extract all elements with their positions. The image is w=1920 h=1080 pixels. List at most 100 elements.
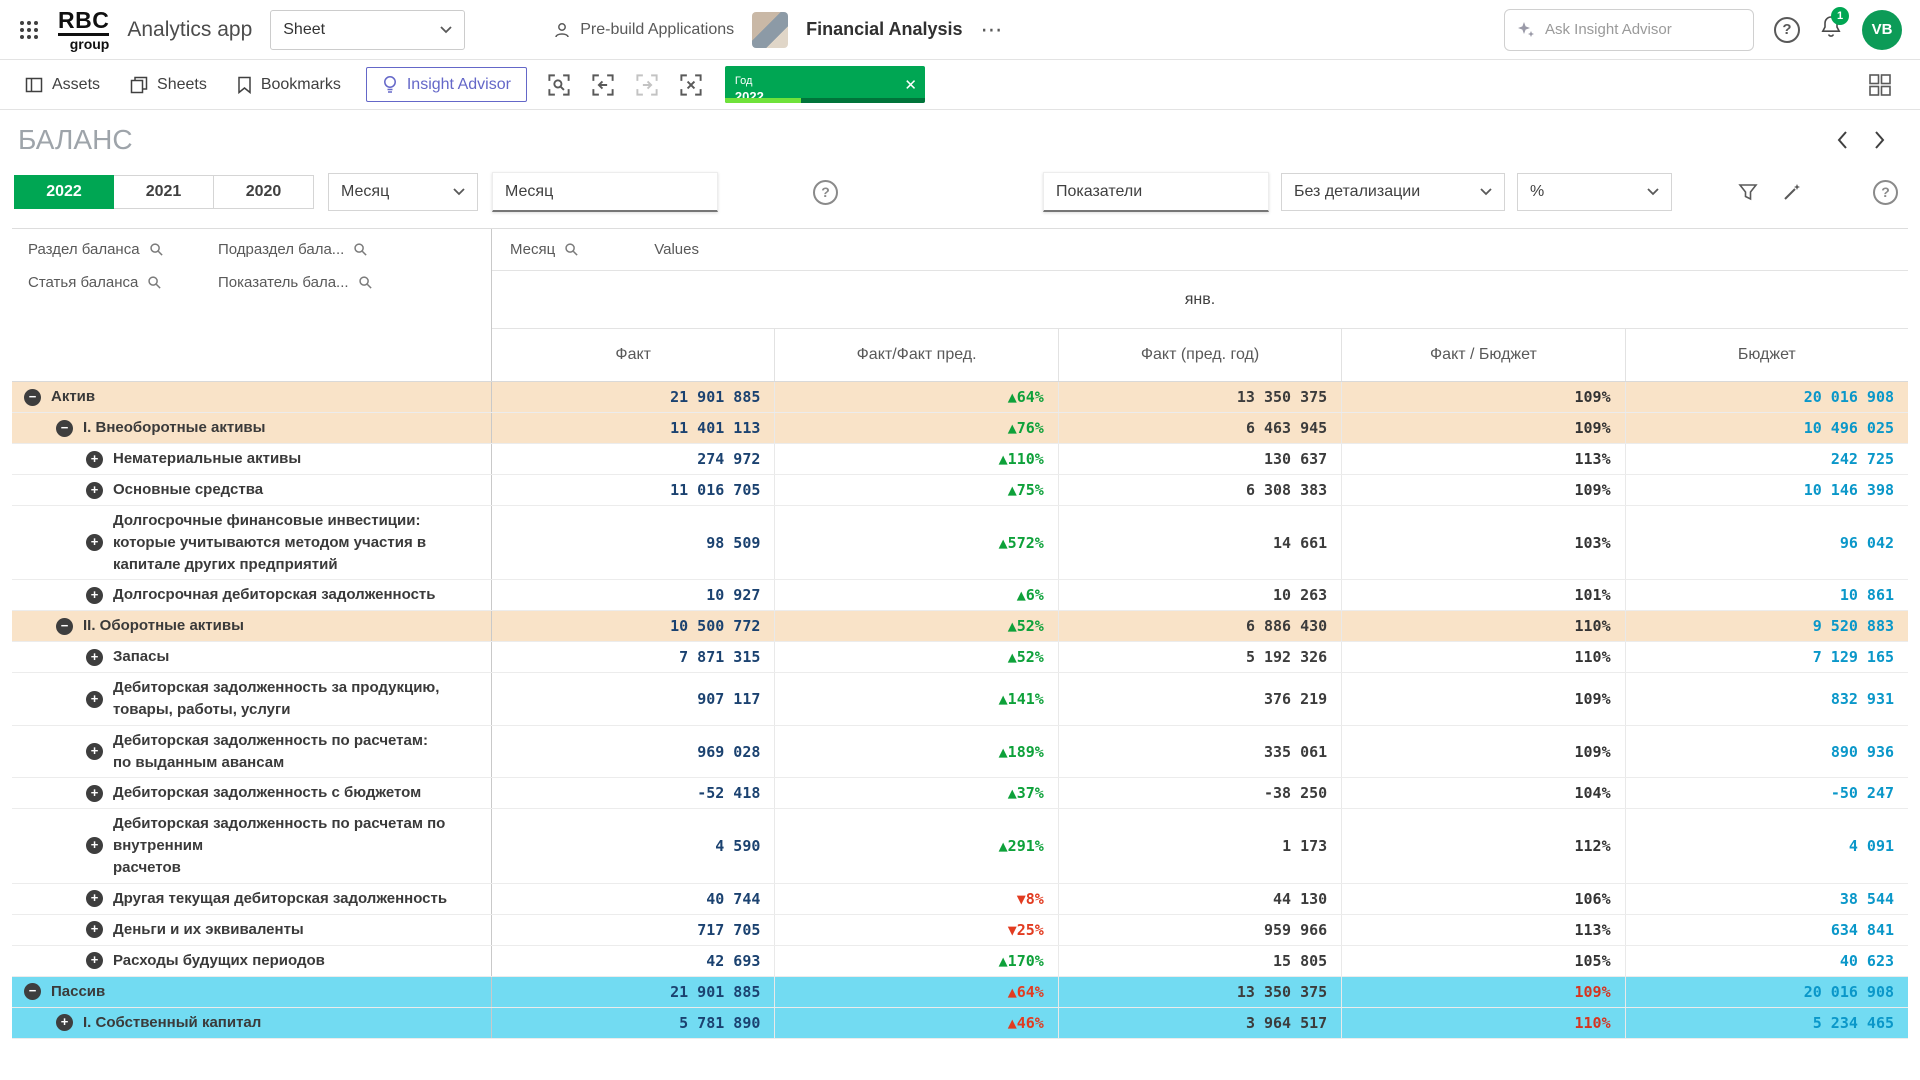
cell-prev-year: 335 061 bbox=[1058, 726, 1341, 778]
year-button-2021[interactable]: 2021 bbox=[114, 175, 214, 209]
user-avatar[interactable]: VB bbox=[1862, 10, 1902, 50]
cell-delta: ▲52% bbox=[774, 642, 1057, 672]
dim-label: Подраздел бала... bbox=[218, 241, 344, 258]
measure-headers: Факт Факт/Факт пред. Факт (пред. год) Фа… bbox=[492, 329, 1908, 381]
row-header-cell: +Другая текущая дебиторская задолженност… bbox=[12, 884, 492, 914]
expand-icon[interactable]: + bbox=[86, 534, 103, 551]
prebuild-applications-link[interactable]: Pre-build Applications bbox=[553, 21, 734, 39]
cell-fact: 21 901 885 bbox=[492, 977, 774, 1007]
cell-delta: ▲75% bbox=[774, 475, 1057, 505]
search-icon[interactable] bbox=[353, 242, 368, 257]
table-row: +Долгосрочные финансовые инвестиции: кот… bbox=[12, 506, 1908, 580]
dim-pokazatel: Показатель бала... bbox=[218, 274, 475, 291]
cell-prev-year: 15 805 bbox=[1058, 946, 1341, 976]
search-icon[interactable] bbox=[147, 275, 162, 290]
row-label: Деньги и их эквиваленты bbox=[113, 919, 304, 941]
row-label: Нематериальные активы bbox=[113, 448, 301, 470]
help-icon-right[interactable]: ? bbox=[1873, 180, 1898, 205]
cell-fact: 969 028 bbox=[492, 726, 774, 778]
magic-wand-icon[interactable] bbox=[1781, 181, 1803, 203]
column-dimensions-header: Месяц Values янв. Факт Факт/Факт пред. Ф… bbox=[492, 229, 1908, 381]
close-icon[interactable]: ✕ bbox=[904, 76, 917, 94]
expand-icon[interactable]: + bbox=[86, 743, 103, 760]
help-icon-filters[interactable]: ? bbox=[813, 180, 838, 205]
more-menu-button[interactable]: ⋯ bbox=[981, 17, 1005, 43]
expand-icon[interactable]: + bbox=[86, 921, 103, 938]
collapse-icon[interactable]: − bbox=[24, 389, 41, 406]
column-header-fact: Факт bbox=[492, 329, 774, 381]
cell-budget: 96 042 bbox=[1625, 506, 1908, 579]
column-header-budget: Бюджет bbox=[1625, 329, 1908, 381]
year-button-2022[interactable]: 2022 bbox=[14, 175, 114, 209]
row-dimensions-header: Раздел баланса Подраздел бала... Статья … bbox=[12, 229, 492, 381]
next-sheet-button[interactable] bbox=[1874, 130, 1886, 150]
cell-fact: 717 705 bbox=[492, 915, 774, 945]
sheet-selector[interactable]: Sheet bbox=[270, 10, 465, 50]
expand-icon[interactable]: + bbox=[86, 837, 103, 854]
notifications-button[interactable]: 1 bbox=[1820, 15, 1842, 44]
cell-budget: 10 496 025 bbox=[1625, 413, 1908, 443]
cell-prev-year: -38 250 bbox=[1058, 778, 1341, 808]
tab-assets[interactable]: Assets bbox=[10, 60, 115, 109]
sheet-layout-icon[interactable] bbox=[1868, 73, 1892, 97]
help-icon[interactable]: ? bbox=[1774, 17, 1800, 43]
cell-delta: ▲170% bbox=[774, 946, 1057, 976]
expand-icon[interactable]: + bbox=[86, 649, 103, 666]
expand-icon[interactable]: + bbox=[56, 1014, 73, 1031]
cell-budget: 20 016 908 bbox=[1625, 977, 1908, 1007]
row-header-cell: + Нематериальные активы bbox=[12, 444, 492, 474]
collapse-icon[interactable]: − bbox=[24, 983, 41, 1000]
unit-dropdown[interactable]: % bbox=[1517, 173, 1672, 211]
insight-search[interactable] bbox=[1504, 9, 1754, 51]
cell-fact-budget: 109% bbox=[1341, 382, 1624, 412]
search-input[interactable] bbox=[1545, 21, 1715, 38]
step-forward-button[interactable] bbox=[629, 67, 665, 103]
clear-selections-button[interactable] bbox=[673, 67, 709, 103]
month-listbox[interactable]: Месяц bbox=[492, 172, 718, 212]
search-icon[interactable] bbox=[358, 275, 373, 290]
expand-icon[interactable]: + bbox=[86, 691, 103, 708]
app-thumbnail bbox=[752, 12, 788, 48]
cell-prev-year: 10 263 bbox=[1058, 580, 1341, 610]
search-icon[interactable] bbox=[564, 242, 579, 257]
month-dropdown[interactable]: Месяц bbox=[328, 173, 478, 211]
expand-icon[interactable]: + bbox=[86, 451, 103, 468]
selection-chip-year[interactable]: Год 2022 ✕ bbox=[725, 66, 925, 103]
row-header-cell: +Долгосрочная дебиторская задолженность bbox=[12, 580, 492, 610]
tab-bookmarks[interactable]: Bookmarks bbox=[222, 60, 356, 109]
balance-pivot-table: Раздел баланса Подраздел бала... Статья … bbox=[12, 228, 1908, 1039]
tab-sheets-label: Sheets bbox=[157, 76, 207, 94]
step-back-button[interactable] bbox=[585, 67, 621, 103]
collapse-icon[interactable]: − bbox=[56, 420, 73, 437]
cell-fact-budget: 113% bbox=[1341, 444, 1624, 474]
table-row: +Дебиторская задолженность за продукцию,… bbox=[12, 673, 1908, 726]
expand-icon[interactable]: + bbox=[86, 587, 103, 604]
year-button-2020[interactable]: 2020 bbox=[214, 175, 314, 209]
expand-icon[interactable]: + bbox=[86, 952, 103, 969]
cell-budget: 890 936 bbox=[1625, 726, 1908, 778]
row-label: Запасы bbox=[113, 646, 169, 668]
table-row: +Долгосрочная дебиторская задолженность 1… bbox=[12, 580, 1908, 611]
cell-budget: 9 520 883 bbox=[1625, 611, 1908, 641]
cell-fact-budget: 105% bbox=[1341, 946, 1624, 976]
chevron-down-icon bbox=[453, 188, 465, 196]
expand-icon[interactable]: + bbox=[86, 890, 103, 907]
expand-icon[interactable]: + bbox=[86, 482, 103, 499]
collapse-icon[interactable]: − bbox=[56, 618, 73, 635]
cell-prev-year: 6 886 430 bbox=[1058, 611, 1341, 641]
filter-icon[interactable] bbox=[1737, 181, 1759, 203]
tab-sheets[interactable]: Sheets bbox=[115, 60, 222, 109]
search-icon[interactable] bbox=[149, 242, 164, 257]
expand-icon[interactable]: + bbox=[86, 785, 103, 802]
chevron-down-icon bbox=[440, 26, 452, 34]
bookmark-icon bbox=[237, 76, 252, 94]
insight-advisor-button[interactable]: Insight Advisor bbox=[366, 67, 527, 102]
sheet-toolbar: Assets Sheets Bookmarks Insight Advisor bbox=[0, 60, 1920, 110]
prev-sheet-button[interactable] bbox=[1836, 130, 1848, 150]
period-label: янв. bbox=[1185, 291, 1215, 309]
app-grid-icon[interactable] bbox=[18, 19, 40, 41]
row-label: Расходы будущих периодов bbox=[113, 950, 325, 972]
detail-dropdown[interactable]: Без детализации bbox=[1281, 173, 1505, 211]
indicators-listbox[interactable]: Показатели bbox=[1043, 172, 1269, 212]
selections-tool-button[interactable] bbox=[541, 67, 577, 103]
